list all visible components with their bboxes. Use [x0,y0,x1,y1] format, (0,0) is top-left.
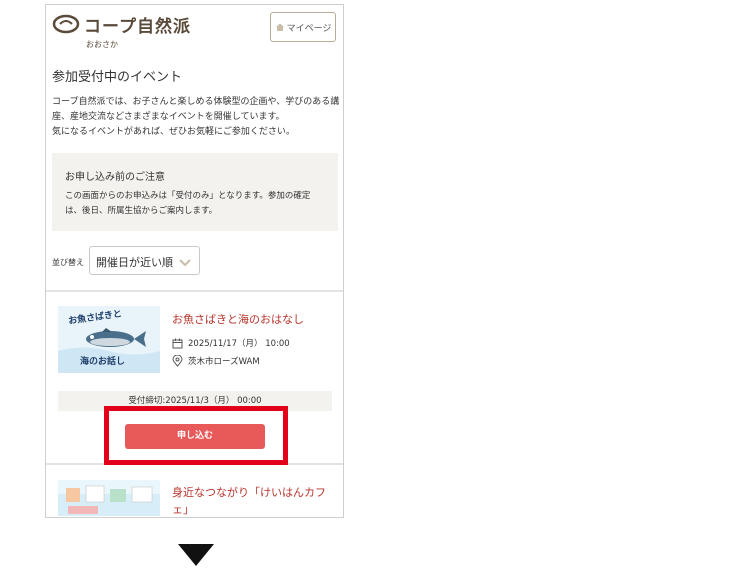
home-icon [275,23,284,31]
notice-title: お申し込み前のご注意 [65,172,165,183]
sort-selected-value: 開催日が近い順 [96,256,173,269]
page-title: 参加受付中のイベント [52,70,183,85]
coop-logo-icon [52,14,80,34]
notice-box: お申し込み前のご注意 この画面からのお申込みは「受付のみ」となります。参加の確定… [52,153,338,231]
mypage-label: マイページ [286,23,332,34]
town-illustration-icon [58,480,160,517]
chevron-down-icon [179,259,191,267]
intro-text: コープ自然派では、お子さんと楽しめる体験型の企画や、学びのある講座、産地交流など… [52,97,340,137]
location-pin-icon [172,355,183,367]
thumbnail-text-2: 海のお話し [80,357,126,367]
event-date-text: 2025/11/17（月） 10:00 [188,339,290,349]
event-title-2[interactable]: 身近なつながり「けいはんカフェ」 [172,484,337,517]
event-date: 2025/11/17（月） 10:00 [172,337,290,349]
event-thumbnail[interactable]: お魚さばきと 海のお話し [58,306,160,373]
calendar-icon [172,338,183,348]
down-arrow-icon [178,544,214,566]
event-place-text: 茨木市ローズWAM [188,357,260,367]
sort-label: 並び替え [52,258,84,267]
notice-body: この画面からのお申込みは「受付のみ」となります。参加の確定は、後日、所属生協から… [65,191,311,216]
sort-select[interactable]: 開催日が近い順 [89,246,200,275]
event-thumbnail-2[interactable] [58,480,160,517]
logo-subtitle: おおさか [86,40,118,49]
mypage-button[interactable]: マイページ [270,12,336,42]
logo[interactable]: コープ自然派 おおさか [52,12,192,52]
highlight-frame [104,406,288,465]
header: コープ自然派 おおさか マイページ [46,5,343,55]
divider [46,290,343,292]
event-title[interactable]: お魚さばきと海のおはなし [172,311,304,328]
logo-text: コープ自然派 [84,17,191,37]
event-place: 茨木市ローズWAM [172,355,260,367]
